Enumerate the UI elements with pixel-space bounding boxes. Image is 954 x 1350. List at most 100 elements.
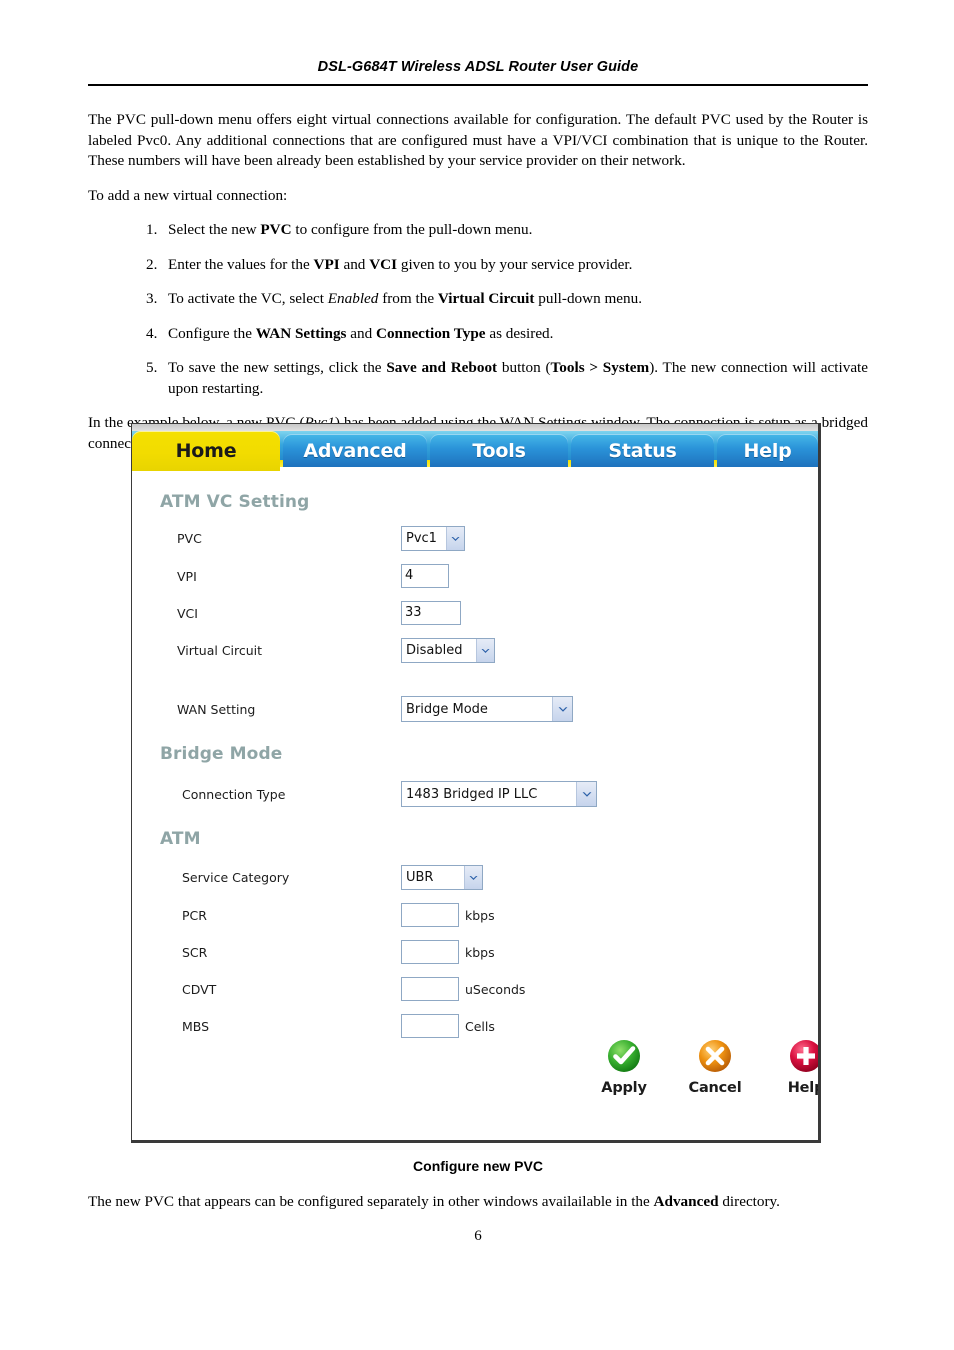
section-heading-atm: ATM [160, 829, 201, 849]
label-vpi: VPI [177, 568, 197, 584]
nav-tab-help[interactable]: Help [717, 434, 818, 467]
nav-tab-advanced-label: Advanced [303, 439, 407, 462]
label-pcr: PCR [182, 907, 207, 923]
header-rule-divider [88, 84, 868, 86]
unit-mbs: Cells [465, 1018, 495, 1034]
label-scr: SCR [182, 944, 208, 960]
bold-run: Advanced [653, 1193, 719, 1210]
field-row-pvc: PVC Pvc1 [132, 526, 818, 551]
field-row-virtual-circuit: Virtual Circuit Disabled [132, 638, 818, 663]
connection-type-select[interactable]: 1483 Bridged IP LLC [401, 781, 597, 807]
field-row-connection-type: Connection Type 1483 Bridged IP LLC [132, 781, 818, 807]
intro-paragraph-1: The PVC pull-down menu offers eight virt… [88, 111, 868, 169]
help-button[interactable]: Help [774, 1036, 821, 1096]
step-item: Enter the values for the VPI and VCI giv… [146, 255, 868, 276]
field-row-vpi: VPI 4 [132, 564, 818, 588]
unit-pcr: kbps [465, 907, 495, 923]
field-row-wan-setting: WAN Setting Bridge Mode [132, 696, 818, 722]
bold-run: VPI [313, 255, 340, 273]
chevron-down-icon [464, 866, 482, 889]
figure-caption: Configure new PVC [413, 1158, 543, 1174]
intro-paragraph-2: To add a new virtual connection: [88, 186, 288, 204]
apply-button[interactable]: Apply [592, 1036, 656, 1096]
pcr-input[interactable] [401, 903, 459, 927]
step-item: To save the new settings, click the Save… [146, 358, 868, 399]
label-wan-setting: WAN Setting [177, 701, 256, 717]
text-run: as desired. [485, 324, 554, 342]
text-run: and [339, 255, 370, 273]
label-connection-type: Connection Type [182, 786, 286, 802]
nav-tab-advanced[interactable]: Advanced [283, 434, 427, 467]
nav-tab-tools-label: Tools [472, 439, 526, 462]
field-row-vci: VCI 33 [132, 601, 818, 625]
text-run: given to you by your service provider. [397, 255, 633, 273]
text-run: The new PVC that appears can be configur… [88, 1193, 654, 1210]
steps-list: Select the new PVC to configure from the… [88, 220, 868, 399]
service-category-select[interactable]: UBR [401, 865, 483, 890]
label-pvc: PVC [177, 531, 202, 546]
label-service-category: Service Category [182, 870, 290, 885]
step-item: To activate the VC, select Enabled from … [146, 289, 868, 310]
text-run: to configure from the pull-down menu. [291, 221, 533, 238]
bold-run: Save and Reboot [386, 359, 498, 376]
router-nav-bar: Home Advanced Tools Status Help [132, 431, 818, 471]
wan-setting-select-value: Bridge Mode [406, 701, 488, 717]
bold-run: WAN Settings [255, 324, 347, 342]
plus-circle-icon [786, 1036, 818, 1076]
page-running-header: DSL-G684T Wireless ADSL Router User Guid… [88, 58, 868, 76]
section-heading-atm-vc-setting: ATM VC Setting [160, 492, 310, 512]
text-run: directory. [718, 1193, 780, 1210]
text-run: To save the new settings, click the [168, 359, 387, 376]
step-item: Select the new PVC to configure from the… [146, 220, 868, 241]
nav-tab-home[interactable]: Home [132, 431, 280, 471]
text-run: Enter the values for the [168, 255, 314, 273]
field-row-pcr: PCR kbps [132, 903, 818, 927]
nav-tab-status[interactable]: Status [571, 434, 714, 467]
text-run: Configure the [168, 324, 256, 342]
cancel-button[interactable]: Cancel [683, 1036, 747, 1096]
wan-setting-select[interactable]: Bridge Mode [401, 696, 573, 722]
section-heading-bridge-mode: Bridge Mode [160, 744, 283, 764]
unit-scr: kbps [465, 944, 495, 960]
form-action-buttons: Apply Cancel Help [592, 1036, 821, 1096]
pvc-select-value: Pvc1 [406, 531, 437, 546]
browser-chrome-strip [132, 424, 818, 431]
bold-run: Tools > System [550, 359, 650, 376]
pvc-select[interactable]: Pvc1 [401, 526, 465, 551]
chevron-down-icon [576, 782, 596, 806]
scr-input[interactable] [401, 940, 459, 964]
label-virtual-circuit: Virtual Circuit [177, 643, 263, 658]
nav-tab-help-label: Help [743, 439, 792, 462]
chevron-down-icon [476, 639, 494, 662]
nav-tab-tools[interactable]: Tools [430, 434, 568, 467]
bold-run: Connection Type [375, 324, 486, 342]
service-category-select-value: UBR [406, 870, 434, 885]
closing-paragraph: The new PVC that appears can be configur… [88, 1192, 868, 1213]
field-row-scr: SCR kbps [132, 940, 818, 964]
text-run: To activate the VC, select [168, 290, 328, 307]
router-web-ui-screenshot: Home Advanced Tools Status Help ATM VC S… [131, 423, 821, 1143]
vci-input[interactable]: 33 [401, 601, 461, 625]
field-row-cdvt: CDVT uSeconds [132, 977, 818, 1001]
bold-run: Virtual Circuit [437, 290, 535, 307]
help-button-label: Help [787, 1080, 821, 1096]
x-circle-icon [695, 1036, 735, 1076]
italic-run: Enabled [327, 290, 379, 307]
vpi-input[interactable]: 4 [401, 564, 449, 588]
cdvt-input[interactable] [401, 977, 459, 1001]
field-row-mbs: MBS Cells [132, 1014, 818, 1038]
chevron-down-icon [552, 697, 572, 721]
running-header-title: DSL-G684T Wireless ADSL Router User Guid… [317, 59, 639, 75]
label-vci: VCI [177, 605, 198, 621]
virtual-circuit-select[interactable]: Disabled [401, 638, 495, 663]
page-number: 6 [474, 1228, 482, 1244]
text-run: from the [378, 290, 438, 307]
nav-tab-home-label: Home [175, 440, 237, 462]
apply-button-label: Apply [601, 1080, 647, 1096]
text-run: and [346, 324, 376, 342]
cancel-button-label: Cancel [688, 1080, 742, 1096]
chevron-down-icon [446, 527, 464, 550]
text-run: pull-down menu. [534, 290, 643, 307]
mbs-input[interactable] [401, 1014, 459, 1038]
